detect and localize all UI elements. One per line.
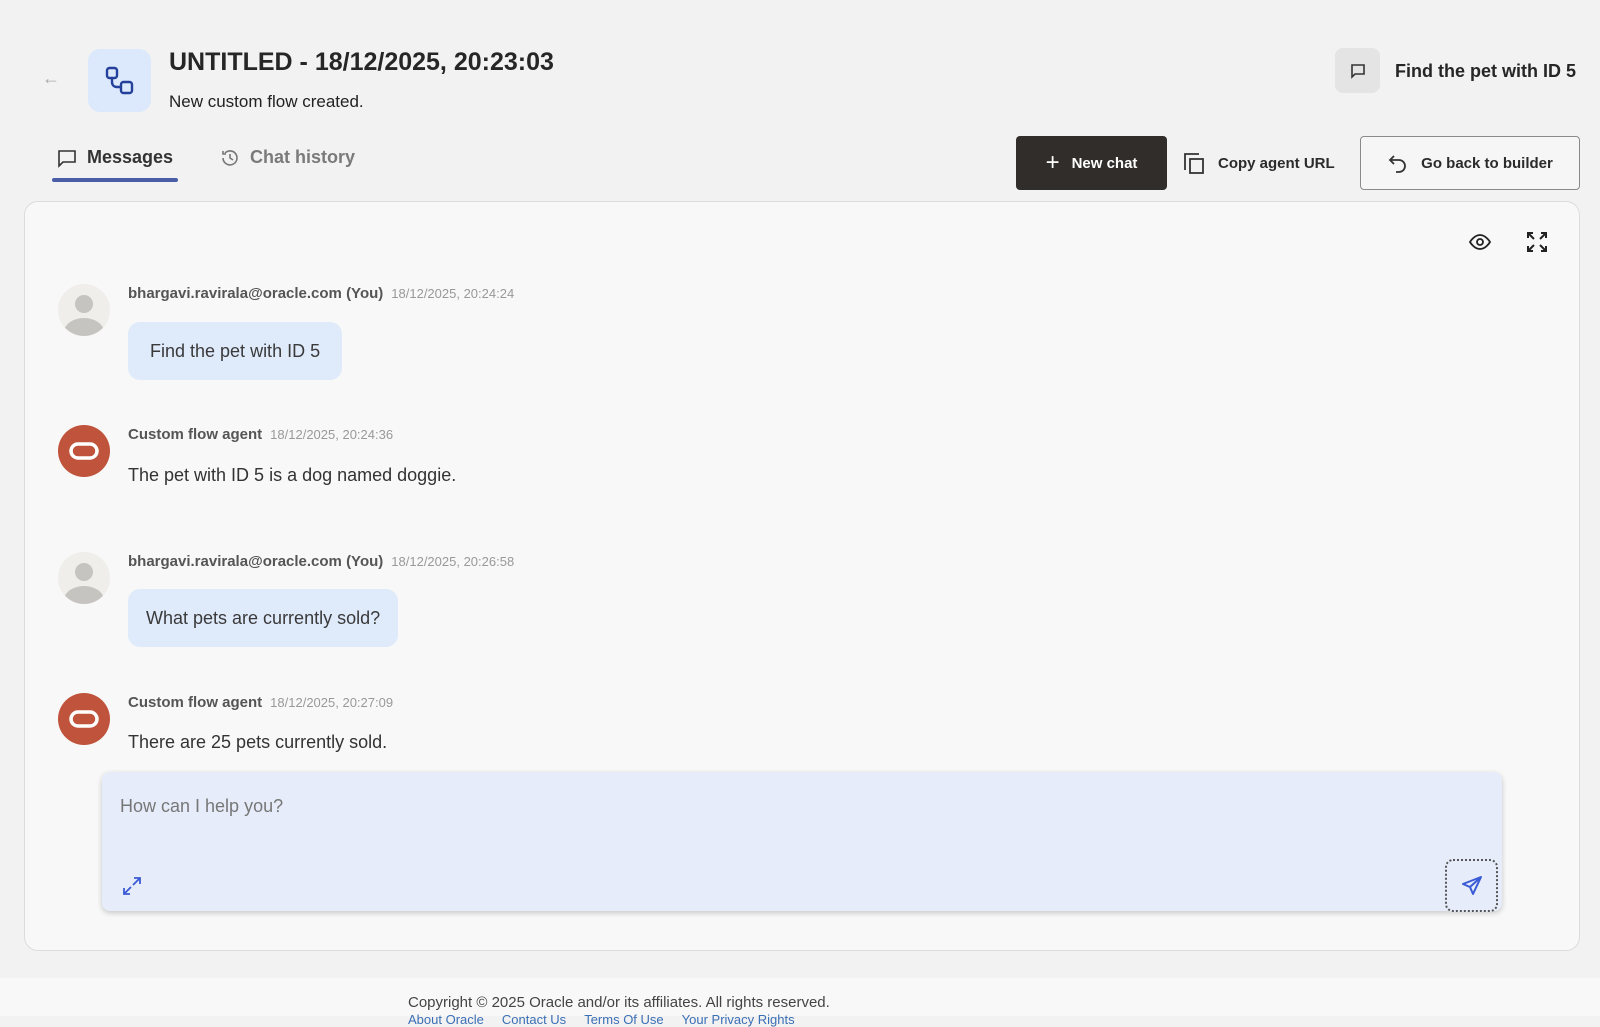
send-icon xyxy=(1460,874,1484,898)
input-placeholder: How can I help you? xyxy=(120,796,283,817)
history-icon xyxy=(220,148,240,168)
tab-chat-history[interactable]: Chat history xyxy=(220,147,355,168)
user-avatar xyxy=(58,284,110,336)
agent-avatar xyxy=(58,693,110,745)
flow-icon xyxy=(88,49,151,112)
message-timestamp: 18/12/2025, 20:26:58 xyxy=(391,554,514,569)
user-message-bubble: What pets are currently sold? xyxy=(128,589,398,647)
chat-bubble-icon xyxy=(1335,48,1380,93)
button-label: Copy agent URL xyxy=(1218,155,1335,172)
page-title: UNTITLED - 18/12/2025, 20:23:03 xyxy=(169,48,554,77)
message-sender: Custom flow agent18/12/2025, 20:24:36 xyxy=(128,426,393,443)
copyright-text: Copyright © 2025 Oracle and/or its affil… xyxy=(408,994,830,1011)
footer-links: About Oracle Contact Us Terms Of Use You… xyxy=(408,1012,795,1027)
button-label: Go back to builder xyxy=(1421,155,1553,172)
footer-link-terms[interactable]: Terms Of Use xyxy=(584,1012,663,1027)
agent-avatar xyxy=(58,425,110,477)
message-input[interactable]: How can I help you? xyxy=(102,772,1502,911)
message-icon xyxy=(57,148,77,168)
page-subtitle: New custom flow created. xyxy=(169,92,364,112)
agent-message: The pet with ID 5 is a dog named doggie. xyxy=(128,465,456,486)
eye-icon[interactable] xyxy=(1468,230,1492,259)
plus-icon: + xyxy=(1046,149,1060,177)
copy-agent-url-button[interactable]: Copy agent URL xyxy=(1180,136,1345,190)
footer: Copyright © 2025 Oracle and/or its affil… xyxy=(0,978,1600,1016)
message-sender: bhargavi.ravirala@oracle.com (You)18/12/… xyxy=(128,553,514,570)
message-timestamp: 18/12/2025, 20:27:09 xyxy=(270,695,393,710)
new-chat-button[interactable]: + New chat xyxy=(1016,136,1167,190)
button-label: New chat xyxy=(1072,155,1138,172)
message-sender: bhargavi.ravirala@oracle.com (You)18/12/… xyxy=(128,285,514,302)
send-button[interactable] xyxy=(1445,859,1498,912)
footer-link-about[interactable]: About Oracle xyxy=(408,1012,484,1027)
footer-link-contact[interactable]: Contact Us xyxy=(502,1012,566,1027)
message-timestamp: 18/12/2025, 20:24:24 xyxy=(391,286,514,301)
user-message-bubble: Find the pet with ID 5 xyxy=(128,322,342,380)
user-avatar xyxy=(58,552,110,604)
tab-label: Chat history xyxy=(250,147,355,168)
active-tab-indicator xyxy=(52,178,178,182)
agent-message: There are 25 pets currently sold. xyxy=(128,732,387,753)
tab-messages[interactable]: Messages xyxy=(57,147,173,168)
back-arrow-icon[interactable]: ← xyxy=(42,68,60,89)
expand-input-icon[interactable] xyxy=(121,875,143,902)
tab-label: Messages xyxy=(87,147,173,168)
undo-icon xyxy=(1387,152,1409,174)
copy-icon xyxy=(1182,151,1206,175)
fullscreen-icon[interactable] xyxy=(1525,230,1549,259)
footer-link-privacy[interactable]: Your Privacy Rights xyxy=(682,1012,795,1027)
conversation-title: Find the pet with ID 5 xyxy=(1395,61,1576,82)
message-sender: Custom flow agent18/12/2025, 20:27:09 xyxy=(128,694,393,711)
go-back-to-builder-button[interactable]: Go back to builder xyxy=(1360,136,1580,190)
message-timestamp: 18/12/2025, 20:24:36 xyxy=(270,427,393,442)
